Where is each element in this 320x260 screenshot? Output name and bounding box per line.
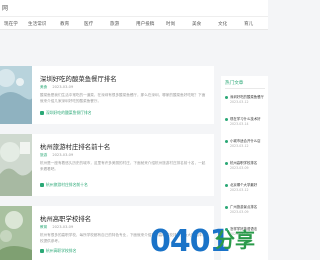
watermark-label: 分享 [215, 228, 255, 252]
article-card: 深圳好吃的酸菜鱼餐厅排名 美食 2023-03-09 酸菜鱼是我们生活中常吃的一… [0, 66, 214, 124]
sidebar-item-title[interactable]: 深圳好吃的酸菜鱼餐厅 [230, 94, 268, 99]
bullet-icon [225, 206, 228, 209]
bullet-icon [225, 96, 228, 99]
site-logo[interactable]: 网 [2, 3, 9, 12]
bullet-icon [225, 184, 228, 187]
article-date: 2023-03-09 [52, 225, 74, 229]
nav-item-food[interactable]: 美食 [192, 21, 201, 27]
sidebar-item[interactable]: 小城市适合开什么店 2023-03-12 [225, 138, 268, 162]
sidebar-item-title[interactable]: 北京哪个大学最好 [230, 182, 268, 187]
article-meta: 旅游 2023-03-09 [40, 153, 73, 158]
article-link-label: 杭州高职学校排名 [46, 248, 77, 253]
sidebar-item[interactable]: 杭州高职学校排名 2023-03-09 [225, 160, 268, 184]
article-tag[interactable]: 教育 [40, 225, 47, 229]
nav-item-home[interactable]: 现在学 [4, 21, 18, 27]
bullet-icon [225, 162, 228, 165]
article-link-label: 深圳好吃的酸菜鱼餐厅排名 [46, 110, 92, 115]
nav-item-submissions[interactable]: 用户投稿 [136, 21, 154, 27]
bullet-icon [225, 140, 228, 143]
article-date: 2023-03-09 [52, 85, 74, 89]
sidebar-item[interactable]: 现在学习什么技术好 2023-03-14 [225, 116, 268, 140]
bullet-icon [225, 118, 228, 121]
article-thumbnail[interactable] [0, 134, 32, 196]
article-tag[interactable]: 美食 [40, 85, 47, 89]
sidebar-item-title[interactable]: 杭州高职学校排名 [230, 160, 268, 165]
article-thumbnail[interactable] [0, 206, 32, 260]
link-icon [40, 183, 44, 187]
sidebar-item[interactable]: 深圳好吃的酸菜鱼餐厅 2023-03-12 [225, 94, 268, 118]
sidebar-item-date: 2023-03-09 [230, 166, 249, 170]
sidebar-item[interactable]: 北京哪个大学最好 2023-03-12 [225, 182, 268, 206]
article-excerpt: 酸菜鱼是我们生活中常吃的一道菜，在深圳有很多酸菜鱼餐厅，那么在深圳，哪家的酸菜鱼… [40, 93, 206, 103]
article-link[interactable]: 杭州高职学校排名 [40, 248, 76, 254]
nav-item-parenting[interactable]: 育儿 [244, 21, 253, 27]
nav-item-education[interactable]: 教育 [60, 21, 69, 27]
sidebar-item-title[interactable]: 广州旅游景点排名 [230, 204, 268, 209]
top-header: 网 [0, 0, 268, 16]
sidebar-divider [225, 88, 265, 89]
link-icon [40, 249, 44, 253]
article-meta: 美食 2023-03-09 [40, 85, 73, 90]
nav-item-life[interactable]: 生活常识 [28, 21, 46, 27]
sidebar-item-title[interactable]: 现在学习什么技术好 [230, 116, 268, 121]
nav-item-culture[interactable]: 文化 [218, 21, 227, 27]
article-meta: 教育 2023-03-09 [40, 225, 73, 230]
article-excerpt: 杭州是一座有着悠久历史的城市，这里有许多美丽的村庄，下面就来介绍杭州旅游村庄排名… [40, 161, 206, 171]
main-nav: 现在学 生活常识 教育 医疗 旅游 用户投稿 时尚 美食 文化 育儿 [0, 16, 268, 30]
sidebar-item-date: 2023-03-09 [230, 210, 249, 214]
article-thumbnail[interactable] [0, 66, 32, 124]
article-title[interactable]: 杭州旅游村庄排名前十名 [40, 142, 110, 151]
article-card: 杭州旅游村庄排名前十名 旅游 2023-03-09 杭州是一座有着悠久历史的城市… [0, 134, 214, 196]
article-title[interactable]: 杭州高职学校排名 [40, 214, 91, 223]
sidebar-item-date: 2023-03-12 [230, 100, 249, 104]
nav-item-medical[interactable]: 医疗 [84, 21, 93, 27]
article-title[interactable]: 深圳好吃的酸菜鱼餐厅排名 [40, 74, 117, 83]
article-link-label: 杭州旅游村庄排名前十名 [46, 182, 88, 187]
article-link[interactable]: 杭州旅游村庄排名前十名 [40, 182, 88, 188]
nav-item-travel[interactable]: 旅游 [110, 21, 119, 27]
nav-item-fashion[interactable]: 时尚 [166, 21, 175, 27]
article-date: 2023-03-09 [52, 153, 74, 157]
link-icon [40, 111, 44, 115]
article-tag[interactable]: 旅游 [40, 153, 47, 157]
sidebar-item-title[interactable]: 小城市适合开什么店 [230, 138, 268, 143]
article-link[interactable]: 深圳好吃的酸菜鱼餐厅排名 [40, 110, 92, 116]
sidebar-item-date: 2023-03-12 [230, 144, 249, 148]
sidebar-heading: 热门文章 [225, 81, 244, 86]
sidebar-item-date: 2023-03-14 [230, 122, 249, 126]
sidebar-item-date: 2023-03-12 [230, 188, 249, 192]
